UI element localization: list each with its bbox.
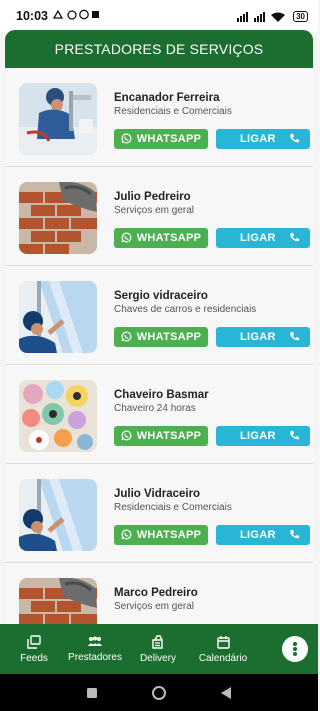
app-header: PRESTADORES DE SERVIÇOS xyxy=(5,30,313,68)
provider-actions: WHATSAPP LIGAR xyxy=(114,524,310,545)
nav-calendario[interactable]: Calendário xyxy=(186,624,260,674)
whatsapp-button[interactable]: WHATSAPP xyxy=(114,425,208,446)
status-icons: 30 xyxy=(237,10,308,22)
call-label: LIGAR xyxy=(240,231,276,244)
battery-icon: 30 xyxy=(293,10,308,22)
recents-icon[interactable] xyxy=(86,687,98,699)
whatsapp-button[interactable]: WHATSAPP xyxy=(114,128,208,149)
page-title: PRESTADORES DE SERVIÇOS xyxy=(54,41,264,57)
provider-info: Chaveiro Basmar Chaveiro 24 horas WHATSAPP… xyxy=(114,383,310,446)
call-button[interactable]: LIGAR xyxy=(216,425,310,446)
nav-delivery-label: Delivery xyxy=(139,652,177,664)
provider-name: Julio Vidraceiro xyxy=(114,487,201,500)
phone-icon xyxy=(289,430,300,441)
provider-photo xyxy=(19,182,97,254)
whatsapp-icon xyxy=(121,133,132,144)
call-button[interactable]: LIGAR xyxy=(216,227,310,248)
call-label: LIGAR xyxy=(240,132,276,145)
provider-description: Residenciais e Comerciais xyxy=(114,501,232,513)
provider-actions: WHATSAPP LIGAR xyxy=(114,128,310,149)
provider-actions: WHATSAPP LIGAR xyxy=(114,425,310,446)
call-label: LIGAR xyxy=(240,528,276,541)
nav-prestadores[interactable]: Prestadores xyxy=(60,624,130,674)
nav-feeds[interactable]: Feeds xyxy=(8,624,60,674)
feeds-icon xyxy=(27,634,41,649)
provider-info: Marco PedreiroServiços em geralWHATSAPPL… xyxy=(114,581,310,624)
provider-card[interactable]: Julio Pedreiro Serviços em geral WHATSAPP L… xyxy=(5,167,313,266)
bottom-nav: Feeds Prestadores Delivery Calendário xyxy=(0,624,318,674)
provider-actions: WHATSAPP LIGAR xyxy=(114,326,310,347)
whatsapp-icon xyxy=(121,529,132,540)
phone-icon xyxy=(289,232,300,243)
call-button[interactable]: LIGAR xyxy=(216,524,310,545)
phone-icon xyxy=(289,133,300,144)
phone-icon xyxy=(289,529,300,540)
notification-icons xyxy=(52,9,101,23)
nav-prestadores-label: Prestadores xyxy=(68,651,122,663)
system-nav-bar xyxy=(0,674,318,711)
whatsapp-label: WHATSAPP xyxy=(136,330,202,343)
provider-photo xyxy=(19,83,97,155)
provider-card[interactable]: Julio Vidraceiro Residenciais e Comerciai… xyxy=(5,464,313,563)
whatsapp-button[interactable]: WHATSAPP xyxy=(114,326,208,347)
call-label: LIGAR xyxy=(240,429,276,442)
status-left: 10:03 xyxy=(16,9,101,23)
nav-calendario-label: Calendário xyxy=(198,652,248,664)
call-button[interactable]: LIGAR xyxy=(216,326,310,347)
back-icon[interactable] xyxy=(220,686,232,700)
provider-info: Julio Vidraceiro Residenciais e Comerciai… xyxy=(114,482,310,545)
provider-info: Julio Pedreiro Serviços em geral WHATSAPP L… xyxy=(114,185,310,248)
whatsapp-button[interactable]: WHATSAPP xyxy=(114,227,208,248)
call-label: LIGAR xyxy=(240,330,276,343)
status-time: 10:03 xyxy=(16,9,48,23)
whatsapp-label: WHATSAPP xyxy=(136,231,202,244)
provider-card[interactable]: Chaveiro Basmar Chaveiro 24 horas WHATSAPP… xyxy=(5,365,313,464)
whatsapp-label: WHATSAPP xyxy=(136,132,202,145)
nav-feeds-label: Feeds xyxy=(20,652,48,664)
more-options-button[interactable] xyxy=(282,636,308,662)
status-bar: 10:03 30 xyxy=(0,0,318,32)
provider-actions: WHATSAPP LIGAR xyxy=(114,227,310,248)
provider-description: Serviços em geral xyxy=(114,600,195,612)
provider-description: Chaveiro 24 horas xyxy=(114,402,196,414)
provider-description: Residenciais e Comerciais xyxy=(114,105,232,117)
provider-list[interactable]: Encanador Ferreira Residenciais e Comerci… xyxy=(5,68,313,624)
provider-description: Chaves de carros e residenciais xyxy=(114,303,257,315)
signal-icon xyxy=(237,11,286,22)
calendar-icon xyxy=(216,635,230,649)
more-vert-icon xyxy=(293,642,297,656)
whatsapp-icon xyxy=(121,331,132,342)
provider-card[interactable]: Encanador Ferreira Residenciais e Comerci… xyxy=(5,68,313,167)
whatsapp-label: WHATSAPP xyxy=(136,528,202,541)
provider-name: Sergio vidraceiro xyxy=(114,289,208,302)
provider-card[interactable]: Sergio vidraceiro Chaves de carros e resi… xyxy=(5,266,313,365)
provider-photo xyxy=(19,578,97,624)
provider-name: Encanador Ferreira xyxy=(114,91,220,104)
provider-photo xyxy=(19,479,97,551)
home-icon[interactable] xyxy=(151,685,167,701)
provider-name: Julio Pedreiro xyxy=(114,190,191,203)
nav-delivery[interactable]: Delivery xyxy=(130,624,186,674)
whatsapp-label: WHATSAPP xyxy=(136,429,202,442)
provider-description: Serviços em geral xyxy=(114,204,195,216)
provider-name: Chaveiro Basmar xyxy=(114,388,209,401)
provider-card[interactable]: Marco PedreiroServiços em geralWHATSAPPL… xyxy=(5,563,313,624)
provider-photo xyxy=(19,281,97,353)
whatsapp-icon xyxy=(121,232,132,243)
whatsapp-button[interactable]: WHATSAPP xyxy=(114,524,208,545)
call-button[interactable]: LIGAR xyxy=(216,128,310,149)
provider-name: Marco Pedreiro xyxy=(114,586,198,599)
people-icon xyxy=(88,636,102,646)
provider-info: Sergio vidraceiro Chaves de carros e resi… xyxy=(114,284,310,347)
whatsapp-icon xyxy=(121,430,132,441)
provider-photo xyxy=(19,380,97,452)
provider-info: Encanador Ferreira Residenciais e Comerci… xyxy=(114,86,310,149)
delivery-icon xyxy=(152,634,163,649)
phone-icon xyxy=(289,331,300,342)
